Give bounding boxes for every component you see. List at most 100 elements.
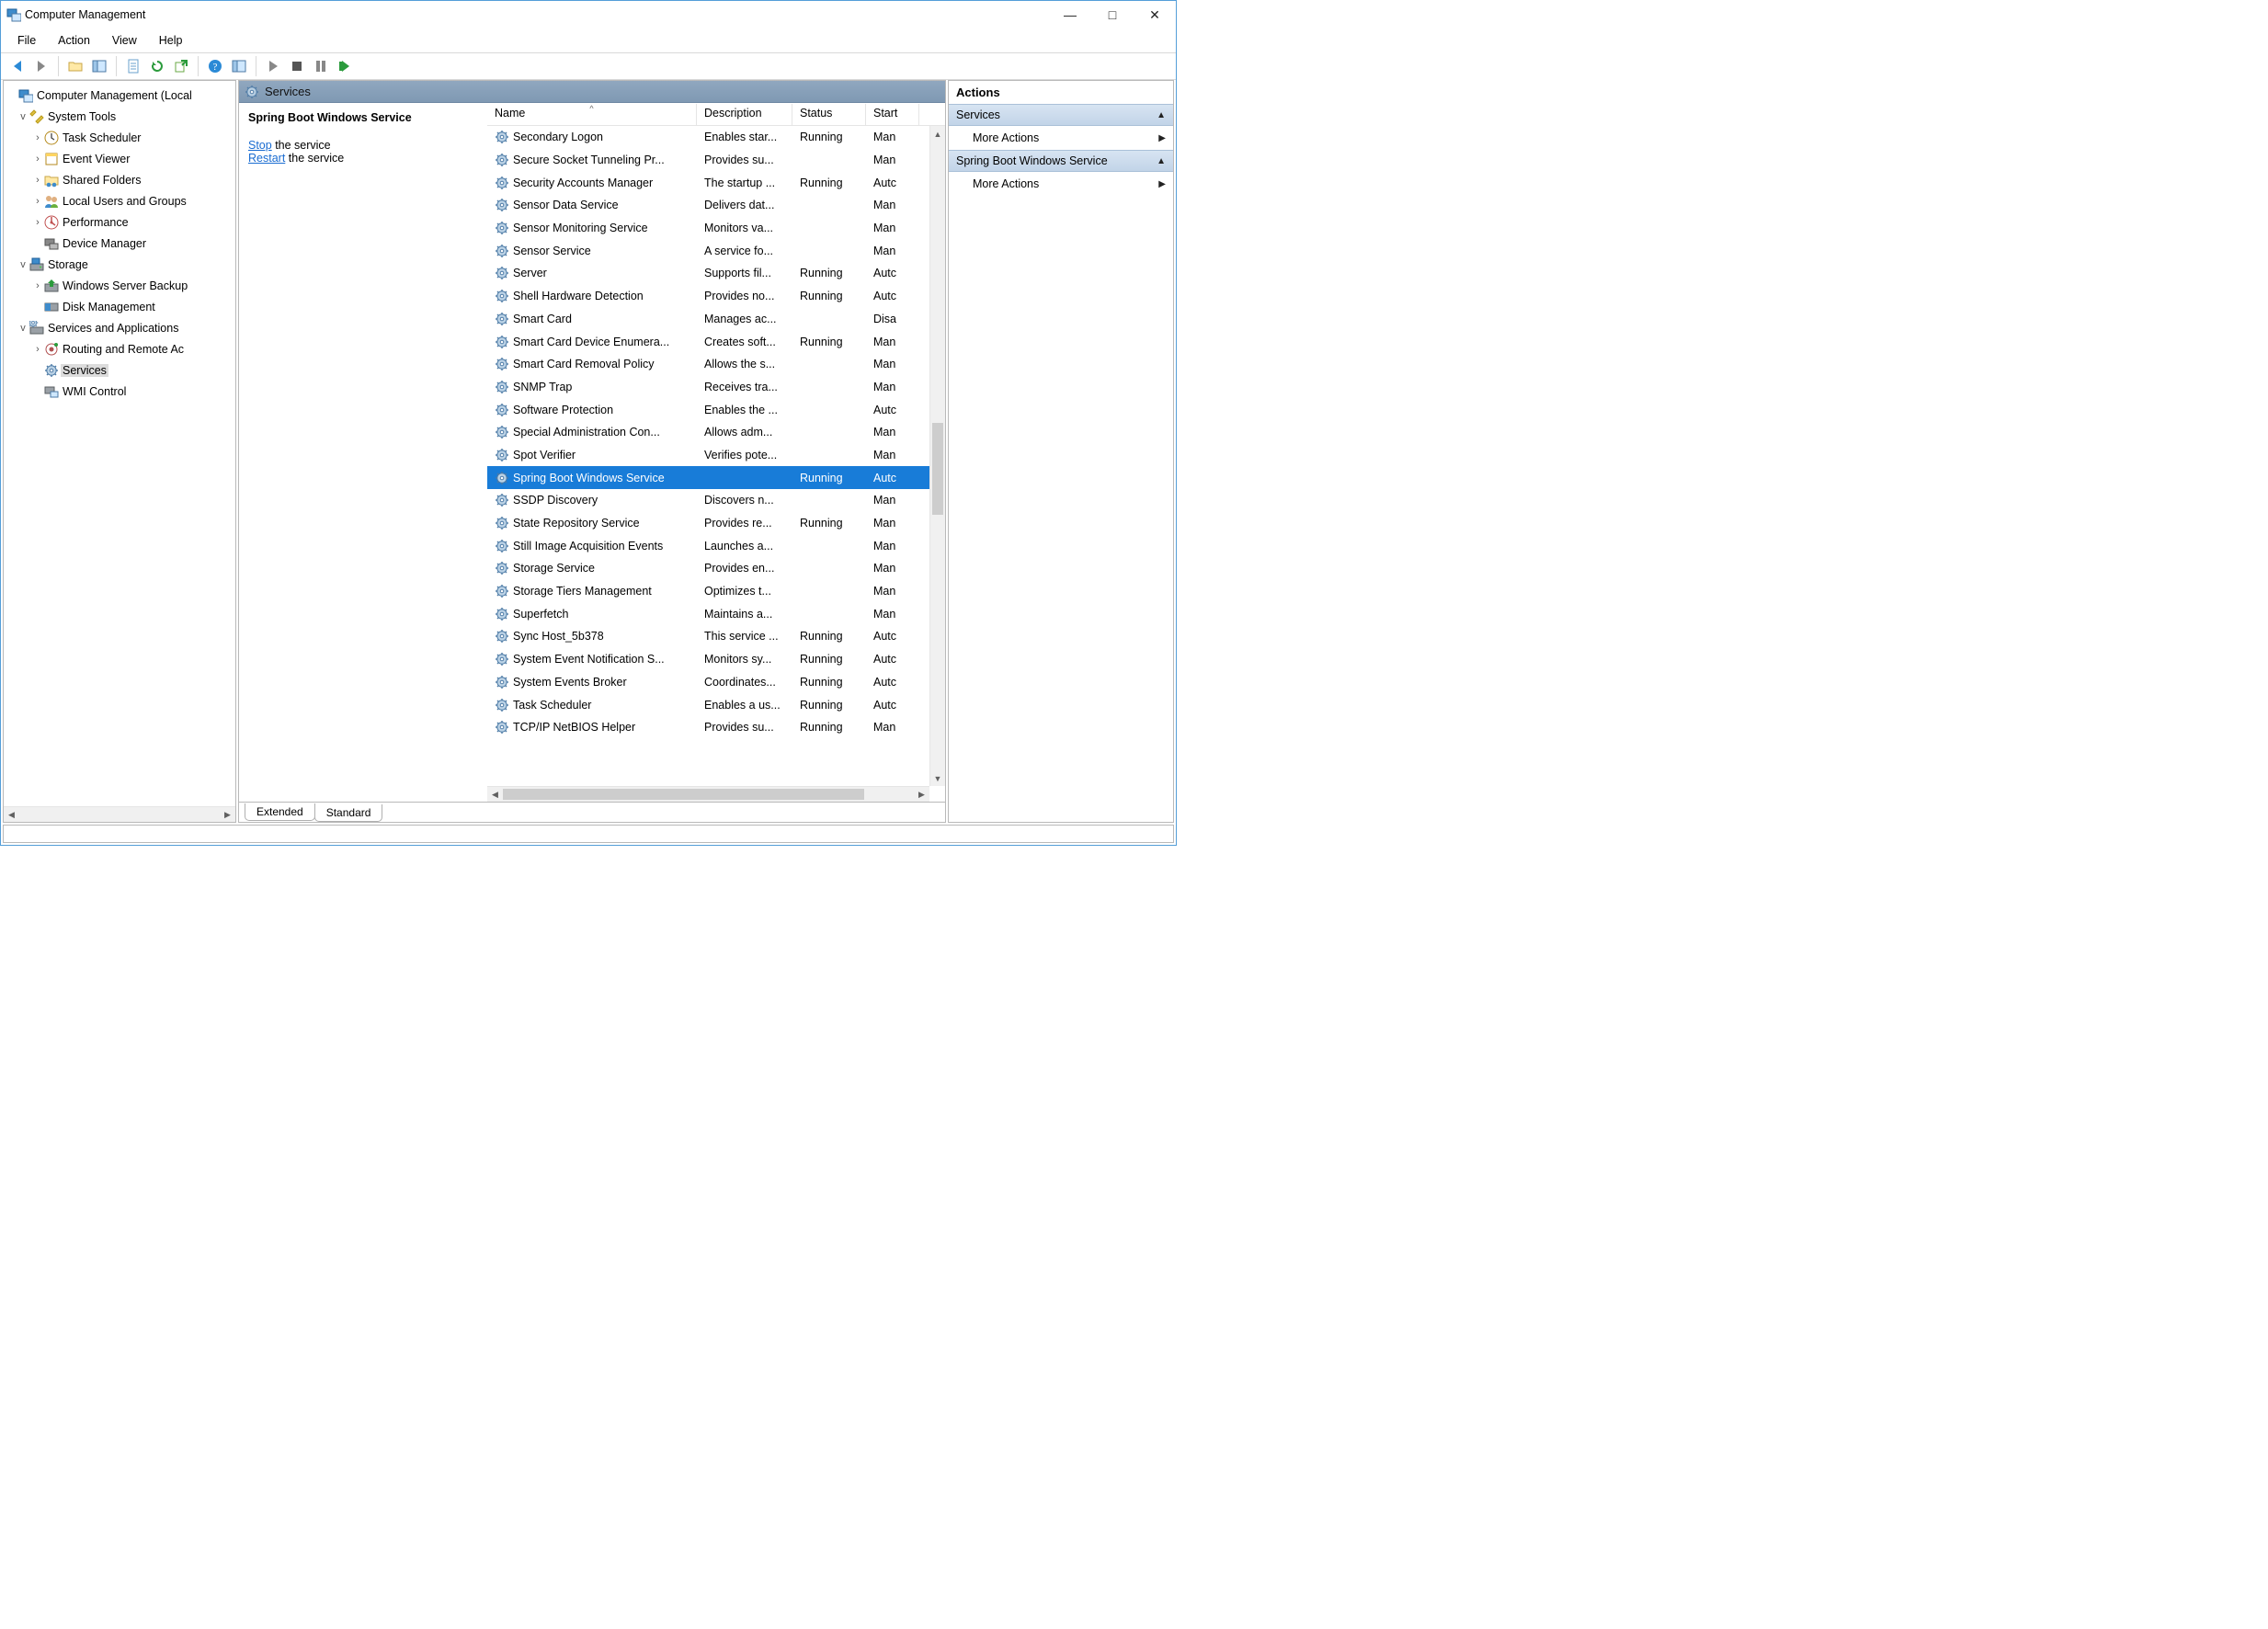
scroll-down-icon[interactable]: ▼ [930, 770, 945, 786]
col-startup[interactable]: Start [866, 104, 919, 125]
scroll-thumb[interactable] [932, 423, 943, 515]
service-row[interactable]: Storage Tiers ManagementOptimizes t...Ma… [487, 580, 929, 603]
col-name[interactable]: ^Name [487, 104, 697, 125]
service-row[interactable]: Secure Socket Tunneling Pr...Provides su… [487, 149, 929, 172]
tab-standard[interactable]: Standard [314, 804, 383, 822]
gear-icon [495, 561, 509, 575]
services-panel-button[interactable] [228, 55, 250, 77]
gear-icon [495, 403, 509, 417]
tree-task-scheduler[interactable]: ›Task Scheduler [4, 127, 235, 148]
menu-help[interactable]: Help [150, 31, 192, 50]
tree-services-apps[interactable]: vServices and Applications [4, 317, 235, 338]
service-row[interactable]: SuperfetchMaintains a...Man [487, 602, 929, 625]
back-button[interactable] [6, 55, 28, 77]
properties-button[interactable] [122, 55, 144, 77]
tree-services[interactable]: Services [4, 359, 235, 381]
tree-root[interactable]: Computer Management (Local [4, 85, 235, 106]
start-service-button[interactable] [262, 55, 284, 77]
forward-button[interactable] [30, 55, 52, 77]
tree-hscrollbar[interactable]: ◀ ▶ [4, 806, 235, 822]
refresh-button[interactable] [146, 55, 168, 77]
menu-file[interactable]: File [8, 31, 45, 50]
col-status[interactable]: Status [792, 104, 866, 125]
service-row[interactable]: Software ProtectionEnables the ...Autc [487, 398, 929, 421]
service-row[interactable]: ServerSupports fil...RunningAutc [487, 262, 929, 285]
scroll-left-icon[interactable]: ◀ [4, 807, 19, 823]
restart-link[interactable]: Restart [248, 152, 285, 165]
export-button[interactable] [170, 55, 192, 77]
service-row[interactable]: Sensor Data ServiceDelivers dat...Man [487, 194, 929, 217]
service-row[interactable]: Sensor Monitoring ServiceMonitors va...M… [487, 217, 929, 240]
service-row[interactable]: Spring Boot Windows ServiceRunningAutc [487, 466, 929, 489]
maximize-button[interactable]: □ [1091, 1, 1134, 28]
actions-more-actions[interactable]: More Actions [949, 126, 1173, 150]
scroll-up-icon[interactable]: ▲ [930, 126, 945, 142]
scroll-left-icon[interactable]: ◀ [487, 787, 503, 802]
panel-button[interactable] [88, 55, 110, 77]
tree-toggle-icon[interactable]: › [31, 132, 44, 143]
service-row[interactable]: Security Accounts ManagerThe startup ...… [487, 171, 929, 194]
tree-toggle-icon[interactable]: › [31, 280, 44, 291]
pause-service-button[interactable] [310, 55, 332, 77]
actions-more-actions-selected[interactable]: More Actions [949, 172, 1173, 196]
scroll-thumb[interactable] [503, 787, 914, 802]
service-name: Secondary Logon [513, 131, 603, 143]
list-vscrollbar[interactable]: ▲ ▼ [929, 126, 945, 786]
tree-shared-folders[interactable]: ›Shared Folders [4, 169, 235, 190]
tree-toggle-icon[interactable]: › [31, 217, 44, 228]
actions-section-services[interactable]: Services [949, 104, 1173, 126]
service-row[interactable]: Spot VerifierVerifies pote...Man [487, 444, 929, 467]
scroll-right-icon[interactable]: ▶ [220, 807, 235, 823]
menu-view[interactable]: View [103, 31, 146, 50]
tree-system-tools[interactable]: v System Tools [4, 106, 235, 127]
service-row[interactable]: Still Image Acquisition EventsLaunches a… [487, 534, 929, 557]
tree-local-users[interactable]: ›Local Users and Groups [4, 190, 235, 211]
tree-toggle-icon[interactable]: › [31, 196, 44, 207]
service-row[interactable]: System Events BrokerCoordinates...Runnin… [487, 671, 929, 694]
up-button[interactable] [64, 55, 86, 77]
scroll-right-icon[interactable]: ▶ [914, 787, 929, 802]
service-row[interactable]: Task SchedulerEnables a us...RunningAutc [487, 693, 929, 716]
service-row[interactable]: Secondary LogonEnables star...RunningMan [487, 126, 929, 149]
help-button[interactable] [204, 55, 226, 77]
service-row[interactable]: System Event Notification S...Monitors s… [487, 648, 929, 671]
minimize-button[interactable]: — [1049, 1, 1091, 28]
tab-extended[interactable]: Extended [245, 803, 315, 821]
tree-disk-mgmt[interactable]: Disk Management [4, 296, 235, 317]
menu-action[interactable]: Action [49, 31, 99, 50]
stop-service-button[interactable] [286, 55, 308, 77]
tree-toggle-icon[interactable]: v [17, 259, 29, 270]
tree-toggle-icon[interactable]: v [17, 111, 29, 122]
service-row[interactable]: TCP/IP NetBIOS HelperProvides su...Runni… [487, 716, 929, 739]
tree-wsb[interactable]: ›Windows Server Backup [4, 275, 235, 296]
tree-storage[interactable]: vStorage [4, 254, 235, 275]
service-row[interactable]: Sync Host_5b378This service ...RunningAu… [487, 625, 929, 648]
tree-event-viewer[interactable]: ›Event Viewer [4, 148, 235, 169]
service-row[interactable]: SSDP DiscoveryDiscovers n...Man [487, 489, 929, 512]
restart-service-button[interactable] [334, 55, 356, 77]
tree-routing[interactable]: ›Routing and Remote Ac [4, 338, 235, 359]
list-hscrollbar[interactable]: ◀ ▶ [487, 786, 929, 802]
tree-toggle-icon[interactable]: › [31, 175, 44, 186]
service-row[interactable]: SNMP TrapReceives tra...Man [487, 376, 929, 399]
actions-section-selected[interactable]: Spring Boot Windows Service [949, 150, 1173, 172]
tree-toggle-icon[interactable]: v [17, 323, 29, 334]
service-name: Special Administration Con... [513, 426, 660, 439]
service-row[interactable]: State Repository ServiceProvides re...Ru… [487, 512, 929, 535]
tree-toggle-icon[interactable]: › [31, 154, 44, 165]
service-row[interactable]: Smart CardManages ac...Disa [487, 308, 929, 331]
toolbar-separator [58, 56, 59, 76]
service-row[interactable]: Smart Card Device Enumera...Creates soft… [487, 330, 929, 353]
tree-device-manager[interactable]: Device Manager [4, 233, 235, 254]
stop-link[interactable]: Stop [248, 139, 272, 152]
service-row[interactable]: Smart Card Removal PolicyAllows the s...… [487, 353, 929, 376]
service-row[interactable]: Sensor ServiceA service fo...Man [487, 239, 929, 262]
tree-wmi[interactable]: WMI Control [4, 381, 235, 402]
close-button[interactable]: ✕ [1134, 1, 1176, 28]
service-row[interactable]: Special Administration Con...Allows adm.… [487, 421, 929, 444]
service-row[interactable]: Storage ServiceProvides en...Man [487, 557, 929, 580]
col-desc[interactable]: Description [697, 104, 792, 125]
service-row[interactable]: Shell Hardware DetectionProvides no...Ru… [487, 285, 929, 308]
tree-toggle-icon[interactable]: › [31, 344, 44, 355]
tree-performance[interactable]: ›Performance [4, 211, 235, 233]
